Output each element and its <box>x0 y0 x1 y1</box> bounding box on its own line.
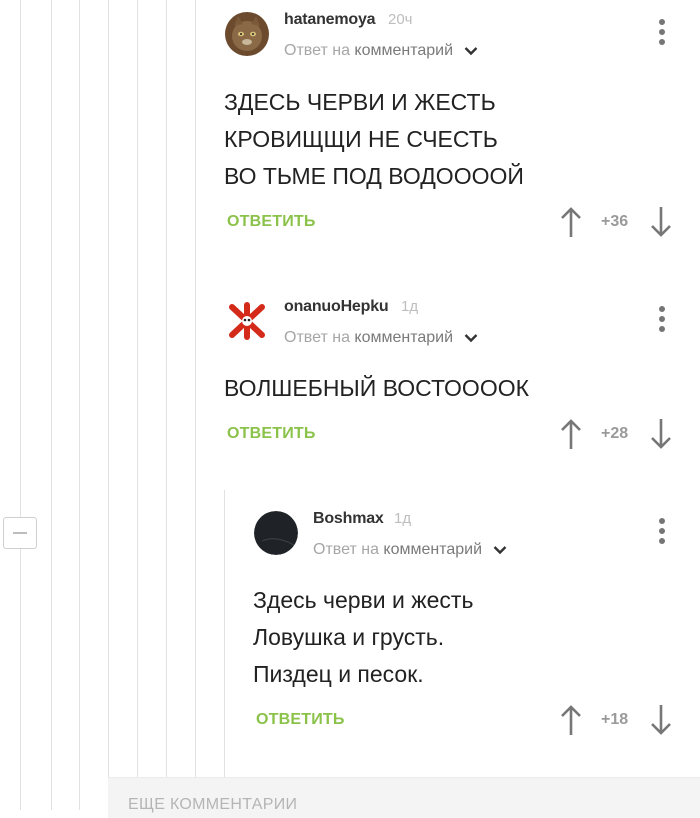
author-name[interactable]: onanuoHepku <box>284 298 389 316</box>
comment-time: 20ч <box>388 11 413 28</box>
comment-text: ВОЛШЕБНЫЙ ВОСТОООOК <box>224 370 529 407</box>
collapse-thread-button[interactable] <box>3 517 37 549</box>
thread-line <box>51 0 52 810</box>
comment-line: ЗДЕСЬ ЧЕРВИ И ЖЕСТЬ <box>224 89 496 115</box>
more-options-icon[interactable] <box>657 518 667 548</box>
reply-prefix: Ответ на <box>284 329 350 346</box>
reply-button[interactable]: ОТВЕТИТЬ <box>227 425 316 443</box>
vote-score: +36 <box>601 213 629 230</box>
comment-line: Здесь черви и жесть <box>253 587 474 613</box>
comment-line: ВО ТЬМЕ ПОД ВОДООООЙ <box>224 163 524 189</box>
thread-line <box>224 490 225 777</box>
thread-line <box>137 0 138 777</box>
comment-time: 1д <box>401 298 419 315</box>
thread-line <box>20 0 21 517</box>
reply-button[interactable]: ОТВЕТИТЬ <box>256 711 345 729</box>
reply-to[interactable]: Ответ на комментарий <box>284 42 478 60</box>
more-comments-label[interactable]: ЕЩЕ КОММЕНТАРИИ <box>128 796 297 814</box>
comment-text: Здесь черви и жесть Ловушка и грусть. Пи… <box>253 582 473 693</box>
author-name[interactable]: hatanemoya <box>284 11 376 29</box>
comment-line: ВОЛШЕБНЫЙ ВОСТОООOК <box>224 375 529 401</box>
vote-score: +18 <box>601 711 629 728</box>
dark-circle-avatar-icon[interactable] <box>254 511 298 555</box>
downvote-icon[interactable] <box>650 206 672 238</box>
cat-avatar-icon[interactable] <box>225 12 269 56</box>
more-comments-bar[interactable]: ЕЩЕ КОММЕНТАРИИ <box>108 777 700 818</box>
author-name[interactable]: Boshmax <box>313 510 384 528</box>
thread-line <box>20 549 21 810</box>
comment-time: 1д <box>394 510 412 527</box>
red-letter-avatar-icon[interactable] <box>225 299 269 343</box>
reply-to[interactable]: Ответ на комментарий <box>284 329 478 347</box>
reply-button[interactable]: ОТВЕТИТЬ <box>227 213 316 231</box>
downvote-icon[interactable] <box>650 418 672 450</box>
upvote-icon[interactable] <box>560 704 582 736</box>
reply-to[interactable]: Ответ на комментарий <box>313 541 507 559</box>
reply-prefix: Ответ на <box>284 42 350 59</box>
downvote-icon[interactable] <box>650 704 672 736</box>
reply-prefix: Ответ на <box>313 541 379 558</box>
reply-link[interactable]: комментарий <box>354 329 453 346</box>
thread-line <box>79 0 80 810</box>
comment-line: Ловушка и грусть. <box>253 624 445 650</box>
thread-line <box>108 0 109 777</box>
comment-text: ЗДЕСЬ ЧЕРВИ И ЖЕСТЬ КРОВИЩЩИ НЕ СЧЕСТЬ В… <box>224 84 524 195</box>
more-options-icon[interactable] <box>657 306 667 336</box>
chevron-down-icon[interactable] <box>464 333 478 343</box>
chevron-down-icon[interactable] <box>493 545 507 555</box>
upvote-icon[interactable] <box>560 418 582 450</box>
comment-line: КРОВИЩЩИ НЕ СЧЕСТЬ <box>224 126 498 152</box>
chevron-down-icon[interactable] <box>464 46 478 56</box>
thread-line <box>195 0 196 777</box>
comment-line: Пиздец и песок. <box>253 661 424 687</box>
more-options-icon[interactable] <box>657 19 667 49</box>
upvote-icon[interactable] <box>560 206 582 238</box>
vote-score: +28 <box>601 425 629 442</box>
reply-link[interactable]: комментарий <box>383 541 482 558</box>
thread-line <box>166 0 167 777</box>
reply-link[interactable]: комментарий <box>354 42 453 59</box>
